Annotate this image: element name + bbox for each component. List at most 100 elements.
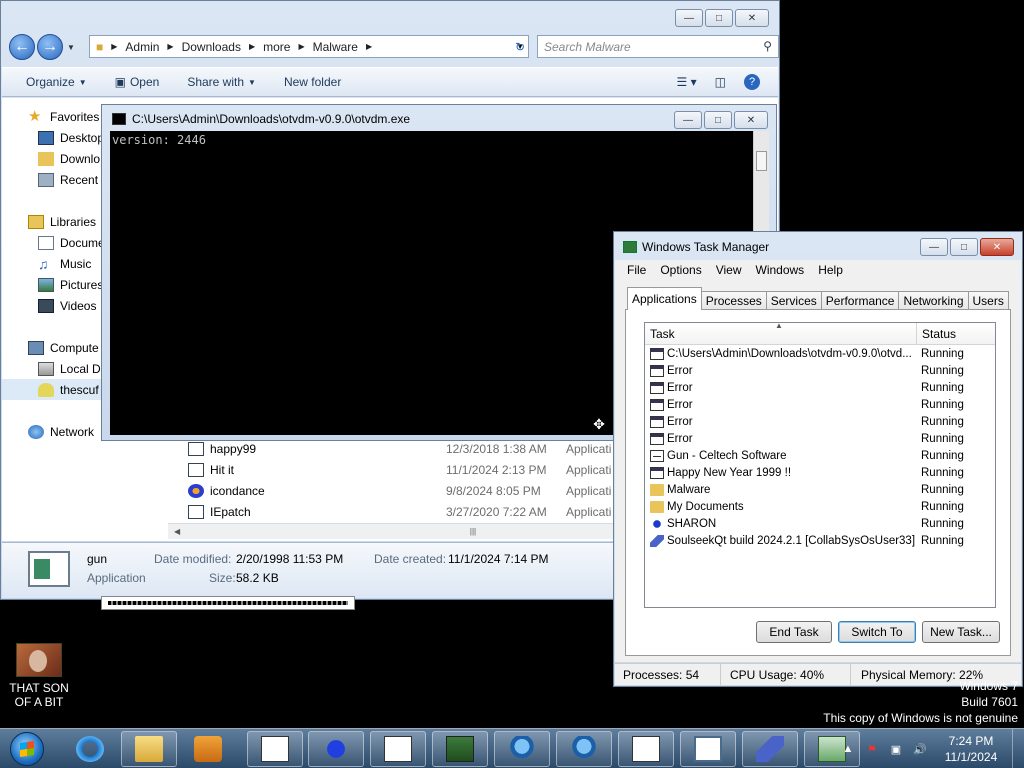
tab-networking[interactable]: Networking — [898, 291, 969, 310]
share-with-menu[interactable]: Share with ▼ — [187, 75, 256, 89]
network-icon[interactable]: ▣ — [888, 741, 904, 757]
minimize-button[interactable]: — — [675, 9, 703, 27]
volume-icon[interactable]: 🔊 — [912, 741, 928, 757]
watermark-line: This copy of Windows is not genuine — [823, 711, 1018, 725]
task-row[interactable]: Error Running — [645, 430, 995, 447]
task-row[interactable]: SoulseekQt build 2024.2.1 [CollabSysOsUs… — [645, 532, 995, 549]
taskbar-console[interactable] — [618, 731, 674, 767]
task-row[interactable]: Error Running — [645, 413, 995, 430]
menu-help[interactable]: Help — [818, 263, 843, 277]
help-icon[interactable]: ? — [744, 74, 760, 90]
file-name: IEpatch — [210, 504, 251, 519]
taskbar-sharon[interactable] — [308, 731, 364, 767]
desktop-shortcut[interactable]: THAT SON OF A BIT — [6, 643, 72, 709]
forward-button[interactable]: → — [37, 34, 63, 60]
preview-pane-icon[interactable]: ◫ — [715, 75, 726, 89]
taskbar-photo-app[interactable] — [432, 731, 488, 767]
tab-users[interactable]: Users — [967, 291, 1009, 310]
task-row[interactable]: Error Running — [645, 379, 995, 396]
taskbar-document[interactable] — [370, 731, 426, 767]
task-name: Error — [667, 398, 693, 411]
maximize-button[interactable]: □ — [704, 111, 732, 129]
close-button[interactable]: ✕ — [980, 238, 1014, 256]
windows-logo-icon — [10, 732, 44, 766]
file-type: Applicati — [566, 483, 612, 498]
taskbar-explorer[interactable] — [121, 731, 177, 767]
recent-pages-dropdown-icon[interactable]: ▼ — [67, 43, 75, 52]
task-row[interactable]: Malware Running — [645, 481, 995, 498]
chevron-right-icon[interactable]: ▶ — [366, 42, 372, 51]
switch-to-button[interactable]: Switch To — [838, 621, 916, 643]
close-button[interactable]: ✕ — [735, 9, 769, 27]
scroll-left-icon[interactable]: ◀ — [174, 527, 180, 536]
task-row[interactable]: Error Running — [645, 362, 995, 379]
chevron-right-icon[interactable]: ▶ — [298, 42, 304, 51]
application-icon — [188, 504, 204, 519]
close-button[interactable]: ✕ — [734, 111, 768, 129]
application-icon — [28, 551, 70, 587]
end-task-button[interactable]: End Task — [756, 621, 832, 643]
back-button[interactable]: ← — [9, 34, 35, 60]
mascot-icon — [508, 736, 536, 762]
new-task-button[interactable]: New Task... — [922, 621, 1000, 643]
breadcrumb-admin[interactable]: Admin — [125, 40, 159, 54]
application-icon — [188, 462, 204, 477]
show-desktop-button[interactable] — [1012, 729, 1024, 768]
pictures-icon — [38, 277, 54, 292]
taskbar-soulseek[interactable] — [742, 731, 798, 767]
task-row[interactable]: SHARON Running — [645, 515, 995, 532]
address-bar[interactable]: ■ ▶ Admin ▶ Downloads ▶ more ▶ Malware ▶… — [89, 35, 529, 58]
scroll-grip-icon[interactable]: ||| — [470, 527, 476, 536]
task-row[interactable]: Error Running — [645, 396, 995, 413]
tab-services[interactable]: Services — [765, 291, 822, 310]
view-options-icon[interactable]: ☰ ▾ — [677, 75, 697, 89]
chevron-right-icon[interactable]: ▶ — [167, 42, 173, 51]
new-folder-button[interactable]: New folder — [284, 75, 341, 89]
action-center-flag-icon[interactable]: ⚑ — [864, 741, 880, 757]
menu-file[interactable]: File — [627, 263, 646, 277]
chevron-right-icon[interactable]: ▶ — [249, 42, 255, 51]
minimize-button[interactable]: — — [920, 238, 948, 256]
maximize-button[interactable]: □ — [950, 238, 978, 256]
taskbar-happy99[interactable] — [494, 731, 550, 767]
maximize-button[interactable]: □ — [705, 9, 733, 27]
menu-options[interactable]: Options — [660, 263, 701, 277]
clock[interactable]: 7:24 PM 11/1/2024 — [936, 733, 1006, 765]
navigation-bar: ← → ▼ ■ ▶ Admin ▶ Downloads ▶ more ▶ Mal… — [9, 34, 779, 60]
file-name: icondance — [210, 483, 265, 498]
start-button[interactable] — [2, 730, 52, 768]
taskbar-happy99[interactable] — [556, 731, 612, 767]
task-manager-window[interactable]: Windows Task Manager — □ ✕ File Options … — [613, 231, 1023, 687]
task-row[interactable]: Gun - Celtech Software Running — [645, 447, 995, 464]
refresh-icon[interactable]: ↻ — [509, 35, 531, 58]
minimize-button[interactable]: — — [674, 111, 702, 129]
breadcrumb-more[interactable]: more — [263, 40, 290, 54]
breadcrumb-malware[interactable]: Malware — [313, 40, 358, 54]
menu-view[interactable]: View — [716, 263, 742, 277]
window-title: C:\Users\Admin\Downloads\otvdm-v0.9.0\ot… — [132, 112, 411, 126]
task-status: Running — [921, 398, 964, 411]
menu-windows[interactable]: Windows — [756, 263, 805, 277]
tab-processes[interactable]: Processes — [700, 291, 767, 310]
task-row[interactable]: Happy New Year 1999 !! Running — [645, 464, 995, 481]
chevron-right-icon[interactable]: ▶ — [111, 42, 117, 51]
search-input[interactable]: Search Malware ⚲ — [537, 35, 779, 58]
task-list[interactable]: ▲ Task Status C:\Users\Admin\Downloads\o… — [644, 322, 996, 608]
taskbar-media-player[interactable] — [180, 731, 236, 767]
task-status: Running — [921, 534, 964, 547]
background-window-fragment[interactable] — [101, 596, 355, 610]
search-icon[interactable]: ⚲ — [763, 39, 772, 53]
open-button[interactable]: ▣ Open — [115, 75, 160, 89]
show-hidden-icons-icon[interactable]: ▲ — [840, 741, 856, 757]
task-row[interactable]: C:\Users\Admin\Downloads\otvdm-v0.9.0\ot… — [645, 345, 995, 362]
task-row[interactable]: My Documents Running — [645, 498, 995, 515]
taskbar-document[interactable] — [247, 731, 303, 767]
breadcrumb-downloads[interactable]: Downloads — [182, 40, 241, 54]
organize-menu[interactable]: Organize ▼ — [26, 75, 87, 89]
tab-performance[interactable]: Performance — [820, 291, 900, 310]
tab-applications[interactable]: Applications — [627, 287, 702, 310]
column-status[interactable]: Status — [917, 323, 956, 344]
scroll-thumb[interactable] — [756, 151, 767, 171]
taskbar-internet-explorer[interactable] — [62, 731, 118, 767]
taskbar-gun[interactable] — [680, 731, 736, 767]
